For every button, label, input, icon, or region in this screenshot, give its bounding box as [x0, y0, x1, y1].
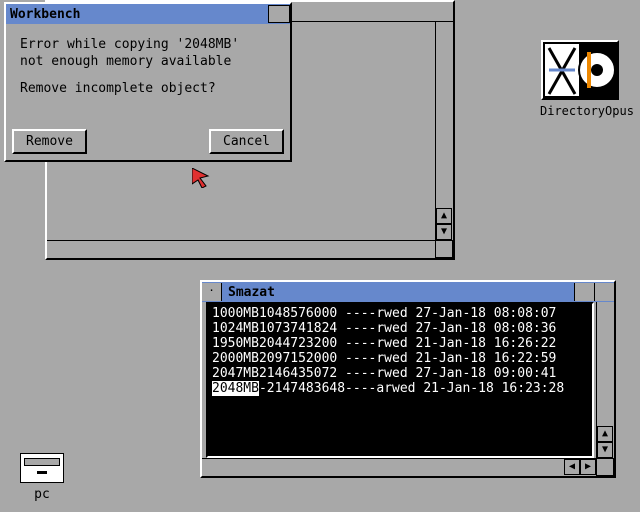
list-item[interactable]: 2048MB-2147483648----arwed 21-Jan-18 16:… [212, 381, 588, 396]
mouse-pointer-icon [192, 168, 216, 192]
smazat-window: · Smazat 1000MB1048576000 ----rwed 27-Ja… [200, 280, 616, 478]
dialog-titlebar[interactable]: Workbench [6, 4, 290, 24]
dialog-title: Workbench [10, 7, 80, 22]
scrollbar-horizontal[interactable] [47, 240, 435, 258]
directoryopus-icon[interactable]: DirectoryOpus [540, 40, 620, 118]
icon-label: pc [18, 487, 66, 502]
list-item[interactable]: 2000MB2097152000 ----rwed 21-Jan-18 16:2… [212, 351, 588, 366]
scrollbar-vertical[interactable]: ▲ ▼ [435, 22, 453, 240]
dialog-text-line: Remove incomplete object? [20, 80, 276, 97]
close-gadget[interactable]: · [202, 283, 222, 301]
list-item[interactable]: 1000MB1048576000 ----rwed 27-Jan-18 08:0… [212, 306, 588, 321]
scroll-up-icon[interactable]: ▲ [597, 426, 613, 442]
scrollbar-horizontal[interactable]: ◀ ▶ [202, 458, 596, 476]
zoom-gadget[interactable] [574, 283, 594, 301]
smazat-titlebar[interactable]: · Smazat [202, 282, 614, 302]
scroll-down-icon[interactable]: ▼ [436, 224, 452, 240]
scrollbar-vertical[interactable]: ▲ ▼ [596, 302, 614, 458]
remove-button[interactable]: Remove [12, 129, 87, 154]
file-list[interactable]: 1000MB1048576000 ----rwed 27-Jan-18 08:0… [206, 302, 594, 458]
scroll-up-icon[interactable]: ▲ [436, 208, 452, 224]
dialog-body: Error while copying '2048MB' not enough … [6, 24, 290, 105]
scroll-left-icon[interactable]: ◀ [564, 459, 580, 475]
list-item[interactable]: 1024MB1073741824 ----rwed 27-Jan-18 08:0… [212, 321, 588, 336]
disk-icon [541, 40, 619, 100]
dialog-text-line: Error while copying '2048MB' [20, 36, 276, 53]
depth-gadget[interactable] [268, 5, 290, 23]
icon-label: DirectoryOpus [540, 104, 620, 118]
pc-drawer-icon[interactable]: pc [18, 453, 66, 502]
resize-gadget[interactable] [596, 458, 614, 476]
dialog-text-line: not enough memory available [20, 53, 276, 70]
cancel-button[interactable]: Cancel [209, 129, 284, 154]
scroll-down-icon[interactable]: ▼ [597, 442, 613, 458]
scroll-right-icon[interactable]: ▶ [580, 459, 596, 475]
error-dialog: Workbench Error while copying '2048MB' n… [4, 2, 292, 162]
drawer-icon [20, 453, 64, 483]
list-item[interactable]: 2047MB2146435072 ----rwed 27-Jan-18 09:0… [212, 366, 588, 381]
list-item[interactable]: 1950MB2044723200 ----rwed 21-Jan-18 16:2… [212, 336, 588, 351]
resize-gadget[interactable] [435, 240, 453, 258]
depth-gadget[interactable] [594, 283, 614, 301]
window-title: Smazat [222, 285, 275, 300]
